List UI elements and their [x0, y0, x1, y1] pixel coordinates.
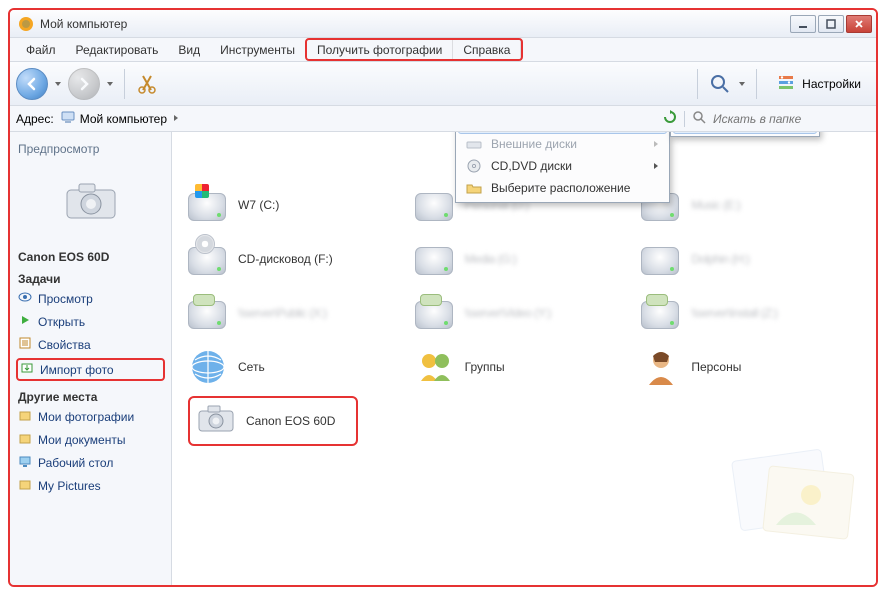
netdrive-blur-3[interactable]: \\server\Install (Z:) [641, 288, 860, 338]
persons[interactable]: Персоны [641, 342, 860, 392]
properties-icon [18, 336, 32, 353]
magnifier-dropdown[interactable] [738, 76, 746, 92]
task-import-photo[interactable]: Импорт фото [16, 358, 165, 381]
menu-file[interactable]: Файл [16, 38, 66, 61]
body: Предпросмотр Canon EOS 60D Задачи Просмо… [10, 132, 876, 585]
eye-icon [18, 290, 32, 307]
menubar: Файл Редактировать Вид Инструменты Получ… [10, 38, 876, 62]
titlebar: Мой компьютер [10, 10, 876, 38]
menu-help[interactable]: Справка [453, 40, 521, 59]
address-bar: Адрес: Мой компьютер [10, 106, 876, 132]
forward-button[interactable] [68, 68, 100, 100]
chevron-right-icon[interactable] [171, 112, 181, 126]
cd-icon [465, 158, 483, 174]
menu-view[interactable]: Вид [168, 38, 210, 61]
submenu-external: Внешние диски [459, 133, 666, 155]
netdrive-blur-1[interactable]: \\server\Public (X:) [188, 288, 407, 338]
back-history-dropdown[interactable] [54, 76, 62, 92]
desktop-icon [18, 454, 32, 471]
close-button[interactable] [846, 15, 872, 33]
refresh-icon[interactable] [662, 109, 678, 128]
place-my-pictures[interactable]: My Pictures [18, 475, 163, 496]
settings-label: Настройки [802, 77, 861, 91]
task-properties[interactable]: Свойства [18, 334, 163, 355]
folder-photo-icon [18, 408, 32, 425]
menu-get-photos[interactable]: Получить фотографии [307, 40, 453, 59]
play-icon [18, 313, 32, 330]
chevron-right-icon [652, 159, 660, 173]
camera-icon [196, 401, 236, 435]
window-title: Мой компьютер [40, 17, 788, 31]
menu-edit[interactable]: Редактировать [66, 38, 169, 61]
toolbar: Настройки [10, 62, 876, 106]
task-open[interactable]: Открыть [18, 311, 163, 332]
drive-blur-2[interactable]: Music (E:) [641, 180, 860, 230]
address-label: Адрес: [16, 112, 54, 126]
cut-icon[interactable] [135, 72, 159, 96]
submenu-cddvd[interactable]: CD,DVD диски [459, 155, 666, 177]
import-icon [20, 361, 34, 378]
camera-icon [63, 178, 119, 222]
back-button[interactable] [16, 68, 48, 100]
preview-heading: Предпросмотр [18, 142, 163, 156]
computer-icon [60, 109, 76, 128]
settings-button[interactable]: Настройки [767, 67, 870, 100]
search-folder-icon [691, 109, 707, 128]
device-canon[interactable]: Canon EOS 60D [188, 396, 358, 446]
window-frame: Мой компьютер Файл Редактировать Вид Инс… [8, 8, 878, 587]
menu-tools[interactable]: Инструменты [210, 38, 305, 61]
drive-blur-3[interactable]: Media (G:) [415, 234, 634, 284]
get-photos-submenu: Портативные устройства Внешние диски CD,… [455, 132, 670, 203]
drive-icon [465, 136, 483, 152]
globe-icon [188, 347, 228, 387]
magnifier-icon[interactable] [708, 72, 732, 96]
person-icon [641, 347, 681, 387]
groups[interactable]: Группы [415, 342, 634, 392]
menu-highlight: Получить фотографии Справка [305, 38, 523, 61]
folder-open-icon [465, 180, 483, 196]
search-input[interactable] [713, 112, 870, 126]
forward-history-dropdown[interactable] [106, 76, 114, 92]
netdrive-blur-2[interactable]: \\server\Video (Y:) [415, 288, 634, 338]
place-my-photos[interactable]: Мои фотографии [18, 406, 163, 427]
preview-thumbnail [18, 160, 163, 240]
network[interactable]: Сеть [188, 342, 407, 392]
people-icon [415, 347, 455, 387]
sidebar: Предпросмотр Canon EOS 60D Задачи Просмо… [10, 132, 172, 585]
settings-icon [776, 72, 796, 95]
place-desktop[interactable]: Рабочий стол [18, 452, 163, 473]
device-name: Canon EOS 60D [18, 250, 163, 264]
chevron-right-icon [652, 137, 660, 151]
task-view[interactable]: Просмотр [18, 288, 163, 309]
submenu-device-canon[interactable]: Canon EOS 60D [673, 132, 817, 134]
places-heading: Другие места [18, 390, 163, 404]
tasks-heading: Задачи [18, 272, 163, 286]
drive-cd[interactable]: CD-дисковод (F:) [188, 234, 407, 284]
minimize-button[interactable] [790, 15, 816, 33]
place-my-docs[interactable]: Мои документы [18, 429, 163, 450]
device-submenu: Canon EOS 60D [670, 132, 820, 137]
drive-c[interactable]: W7 (C:) [188, 180, 407, 230]
drive-blur-4[interactable]: Dolphin (H:) [641, 234, 860, 284]
content-area: Портативные устройства Внешние диски CD,… [172, 132, 876, 585]
folder-icon [18, 477, 32, 494]
folder-docs-icon [18, 431, 32, 448]
maximize-button[interactable] [818, 15, 844, 33]
submenu-choose-location[interactable]: Выберите расположение [459, 177, 666, 199]
app-icon [18, 16, 34, 32]
breadcrumb[interactable]: Мой компьютер [80, 112, 167, 126]
